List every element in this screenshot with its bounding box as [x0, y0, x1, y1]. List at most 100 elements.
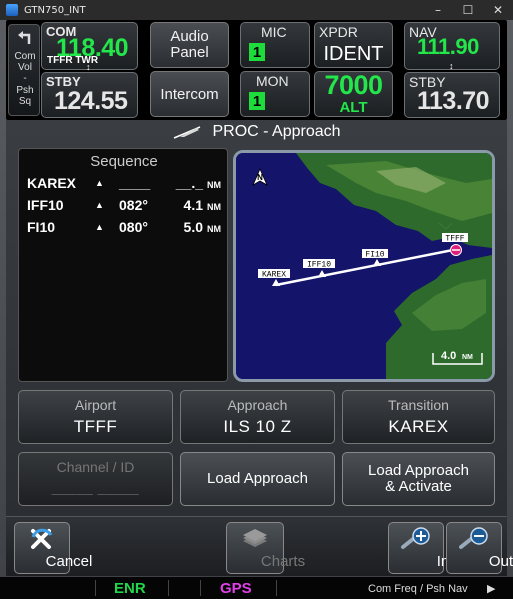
load-approach-button[interactable]: Load Approach: [180, 452, 335, 506]
status-divider: [276, 580, 277, 596]
zoom-out-icon: [459, 527, 488, 549]
cancel-icon: [31, 528, 53, 549]
nav-active-button[interactable]: NAV 111.90 ↕: [404, 22, 500, 71]
maximize-button[interactable]: ☐: [453, 0, 483, 20]
map-waypoint-label: IFF10: [307, 261, 331, 270]
minimize-button[interactable]: –: [423, 0, 453, 20]
map-waypoint-label: TFFF: [445, 235, 464, 244]
leg-arrow-icon: ▲: [95, 200, 104, 210]
knob-hint: Com Freq / Psh Nav: [368, 583, 468, 595]
sequence-panel[interactable]: Sequence KAREX ▲ ____ __._ NM IFF10 ▲ 08…: [18, 148, 228, 382]
intercom-label: Intercom: [160, 85, 219, 103]
com-volume-knob-label[interactable]: Com Vol - Psh Sq: [8, 24, 40, 116]
status-divider: [168, 580, 169, 596]
xpdr-alt-mode: ALT: [339, 99, 368, 116]
load-activate-button[interactable]: Load Approach & Activate: [342, 452, 495, 506]
com-standby-button[interactable]: STBY 124.55: [41, 72, 138, 118]
xpdr-code: 7000: [324, 70, 383, 100]
distance-unit: NM: [207, 202, 221, 212]
transition-caption: Transition: [388, 397, 449, 413]
course: ____: [119, 175, 151, 191]
approach-map[interactable]: KAREX IFF10 FI10 TFFF N 4.0 NM: [233, 150, 495, 382]
zoom-in-icon: [401, 527, 430, 549]
xpdr-ident-button[interactable]: XPDR IDENT: [314, 22, 393, 68]
distance: 5.0: [183, 219, 203, 235]
load-approach-label: Load Approach: [207, 470, 308, 487]
window-titlebar: GTN750_INT – ☐ ✕: [0, 0, 513, 20]
xpdr-ident: IDENT: [323, 43, 384, 65]
transition-selector[interactable]: Transition KAREX: [342, 390, 495, 444]
zoom-out-button[interactable]: Out: [446, 522, 513, 574]
airport-value: TFFF: [73, 417, 118, 436]
airport-selector[interactable]: Airport TFFF: [18, 390, 173, 444]
sequence-row: IFF10 ▲ 082° 4.1 NM: [27, 197, 223, 217]
com-side-line: Psh: [16, 85, 34, 96]
status-divider: [200, 580, 201, 596]
zoom-in-button[interactable]: In: [388, 522, 449, 574]
load-activate-label: & Activate: [385, 478, 452, 495]
com-side-line: Com: [14, 51, 36, 62]
com-active-button[interactable]: COM 118.40 TFFR TWR ↕: [41, 22, 138, 72]
charts-button: Charts: [226, 522, 305, 574]
nav-source-gps: GPS: [220, 580, 252, 597]
distance-unit: NM: [207, 224, 221, 234]
waypoint-name: IFF10: [27, 197, 64, 213]
leg-arrow-icon: ▲: [95, 222, 104, 232]
cancel-button[interactable]: Cancel: [14, 522, 92, 574]
mon-button[interactable]: MON 1: [240, 71, 310, 117]
airport-caption: Airport: [74, 397, 117, 413]
distance: __._: [175, 175, 203, 191]
sequence-row: KAREX ▲ ____ __._ NM: [27, 175, 223, 195]
app-icon: [6, 4, 18, 16]
audio-panel-label: Panel: [170, 44, 209, 61]
approach-value: ILS 10 Z: [223, 417, 292, 436]
swap-arrow-icon: [18, 31, 31, 44]
xpdr-code-button[interactable]: 7000 ALT: [314, 70, 393, 117]
knob-hint-arrow-icon: ▶: [487, 583, 496, 595]
audio-panel-button[interactable]: Audio Panel: [150, 22, 229, 68]
swap-arrows-icon: ↕: [449, 61, 454, 71]
channel-value: _____ _____: [51, 479, 140, 495]
audio-panel-label: Audio: [170, 28, 209, 45]
mic-label: MIC: [261, 24, 287, 40]
channel-id-selector: Channel / ID _____ _____: [18, 452, 173, 506]
com-stby-freq: 124.55: [54, 87, 128, 115]
xpdr-label: XPDR: [319, 24, 358, 40]
north-label: N: [257, 173, 263, 182]
status-divider: [95, 580, 96, 596]
distance: 4.1: [183, 197, 203, 213]
com-side-line: Sq: [18, 96, 32, 107]
approach-caption: Approach: [227, 397, 288, 413]
page-title: PROC - Approach: [212, 123, 341, 140]
intercom-button[interactable]: Intercom: [150, 71, 229, 117]
map-waypoint-label: FI10: [365, 251, 384, 260]
map-waypoint-label: KAREX: [262, 271, 286, 280]
swap-arrows-icon: ↕: [86, 62, 91, 72]
approach-selector[interactable]: Approach ILS 10 Z: [180, 390, 335, 444]
course: 080°: [119, 219, 148, 235]
close-button[interactable]: ✕: [483, 0, 513, 20]
leg-arrow-icon: ▲: [95, 178, 104, 188]
sequence-row: FI10 ▲ 080° 5.0 NM: [27, 219, 223, 239]
nav-standby-button[interactable]: STBY 113.70: [404, 72, 500, 118]
distance-unit: NM: [207, 180, 221, 190]
com-side-line: Vol: [18, 62, 32, 73]
map-scale-unit: NM: [462, 354, 473, 361]
waypoint-name: KAREX: [27, 175, 77, 191]
window-title: GTN750_INT: [24, 4, 86, 16]
com-side-line: -: [23, 73, 27, 84]
sequence-title: Sequence: [90, 153, 158, 170]
map-canvas: KAREX IFF10 FI10 TFFF N 4.0 NM: [236, 153, 492, 379]
channel-caption: Channel / ID: [56, 459, 135, 475]
load-activate-label: Load Approach: [368, 462, 469, 479]
mic-button[interactable]: MIC 1: [240, 22, 310, 68]
approach-plane-icon: [174, 126, 201, 139]
waypoint-name: FI10: [27, 219, 56, 235]
charts-label: Charts: [260, 553, 306, 570]
flight-phase-enr: ENR: [114, 580, 146, 597]
course: 082°: [119, 197, 148, 213]
map-scale: 4.0: [441, 350, 456, 362]
nav-active-freq: 111.90: [417, 34, 479, 59]
mon-label: MON: [256, 73, 289, 89]
mon-value: 1: [249, 92, 265, 110]
